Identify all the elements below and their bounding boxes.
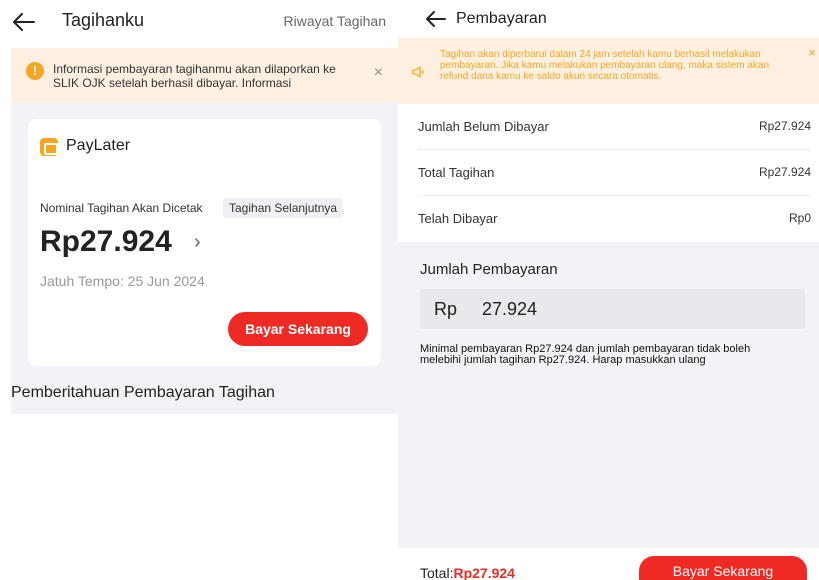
divider bbox=[398, 242, 819, 250]
banner-text: Informasi pembayaran tagihanmu akan dila… bbox=[53, 62, 336, 90]
speaker-icon bbox=[412, 66, 424, 78]
summary-row-paid: Telah Dibayar Rp0 bbox=[418, 196, 811, 242]
total-label: Total: bbox=[420, 565, 454, 580]
summary-row-unpaid: Jumlah Belum Dibayar Rp27.924 bbox=[418, 104, 811, 150]
bill-amount[interactable]: Rp27.924 bbox=[40, 225, 172, 259]
back-arrow-icon[interactable] bbox=[423, 6, 449, 32]
row-value: Rp27.924 bbox=[758, 165, 811, 179]
top-bar: Pembayaran bbox=[398, 0, 819, 38]
paylater-icon bbox=[40, 138, 58, 156]
chevron-right-icon[interactable]: › bbox=[194, 231, 201, 254]
slik-info-banner: ! Informasi pembayaran tagihanmu akan di… bbox=[11, 48, 398, 102]
banner-text: Tagihan akan diperbarui dalam 24 jam set… bbox=[440, 49, 770, 82]
top-bar: Tagihanku Riwayat Tagihan bbox=[0, 0, 398, 46]
nominal-label: Nominal Tagihan Akan Dicetak bbox=[40, 201, 203, 215]
amount-value: 27.924 bbox=[482, 299, 538, 319]
product-name: PayLater bbox=[66, 137, 131, 154]
summary-row-total: Total Tagihan Rp27.924 bbox=[418, 150, 811, 196]
close-icon[interactable]: × bbox=[808, 46, 816, 59]
payment-amount-label: Jumlah Pembayaran bbox=[420, 261, 558, 278]
row-label: Total Tagihan bbox=[418, 165, 495, 180]
page-title: Pembayaran bbox=[456, 10, 547, 27]
next-bill-chip: Tagihan Selanjutnya bbox=[223, 198, 344, 218]
paylater-card: PayLater Nominal Tagihan Akan Dicetak Ta… bbox=[28, 119, 381, 366]
warning-icon: ! bbox=[26, 62, 44, 80]
due-date: Jatuh Tempo: 25 Jun 2024 bbox=[40, 273, 205, 289]
payment-validation-note: Minimal pembayaran Rp27.924 dan jumlah p… bbox=[420, 343, 751, 366]
row-value: Rp0 bbox=[788, 211, 811, 225]
total-summary: Total:Rp27.924 bbox=[420, 565, 515, 580]
row-value: Rp27.924 bbox=[758, 119, 811, 133]
pembayaran-screen: Pembayaran Tagihan akan diperbarui dalam… bbox=[398, 0, 819, 580]
currency-prefix: Rp bbox=[434, 299, 458, 319]
bill-summary: Jumlah Belum Dibayar Rp27.924 Total Tagi… bbox=[398, 104, 819, 242]
tagihanku-screen: Tagihanku Riwayat Tagihan ! Informasi pe… bbox=[0, 0, 398, 580]
row-label: Jumlah Belum Dibayar bbox=[418, 119, 549, 134]
pay-now-button[interactable]: Bayar Sekarang bbox=[639, 556, 807, 580]
bill-history-link[interactable]: Riwayat Tagihan bbox=[284, 13, 386, 29]
bottom-bar: Total:Rp27.924 Bayar Sekarang bbox=[398, 548, 819, 580]
section-title: Pemberitahuan Pembayaran Tagihan bbox=[11, 384, 275, 401]
page-title: Tagihanku bbox=[62, 10, 145, 30]
total-amount: Rp27.924 bbox=[453, 565, 515, 580]
close-icon[interactable]: × bbox=[374, 65, 383, 81]
app-stage: Tagihanku Riwayat Tagihan ! Informasi pe… bbox=[0, 0, 819, 580]
row-label: Telah Dibayar bbox=[418, 211, 498, 226]
payment-amount-input[interactable]: Rp 27.924 bbox=[420, 289, 805, 329]
pay-now-button[interactable]: Bayar Sekarang bbox=[228, 312, 368, 346]
refund-info-banner: Tagihan akan diperbarui dalam 24 jam set… bbox=[398, 38, 819, 104]
back-arrow-icon[interactable] bbox=[10, 8, 38, 36]
